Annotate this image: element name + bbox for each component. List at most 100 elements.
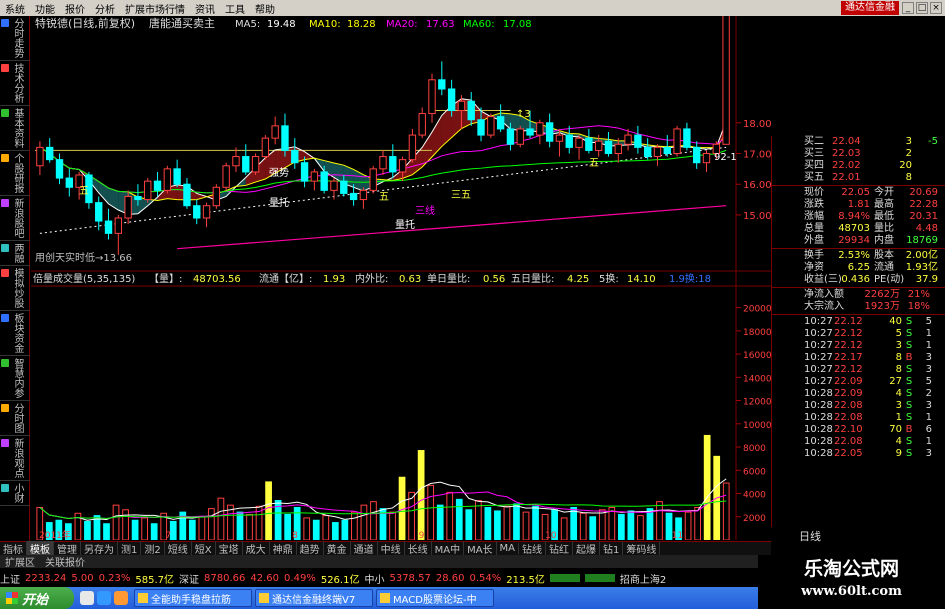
close-icon[interactable]: × — [930, 2, 942, 14]
app-icon — [138, 593, 148, 603]
flow-percent: 21% — [907, 289, 930, 300]
date-tick-label: 2011年 — [39, 529, 71, 540]
menu-function[interactable]: 功能 — [30, 1, 60, 16]
left-tab-5[interactable]: 两融 — [0, 241, 30, 266]
tick-time: 10:27 — [804, 340, 833, 351]
watermark: 乐淘公式网 www.60lt.com — [758, 555, 945, 609]
indicator-tab[interactable]: 黄金 — [324, 541, 351, 556]
menu-tools[interactable]: 工具 — [220, 1, 250, 16]
tick-time: 10:27 — [804, 376, 833, 387]
chart-area[interactable]: 18.00 17.00 16.00 15.00 特锐德(日线,前复权) 唐能通买卖主 MA5… — [31, 16, 771, 540]
stat-row: 外盘 29934 内盘 18769 — [772, 235, 945, 247]
indicator-tab[interactable]: 起爆 — [573, 541, 601, 556]
left-tab-9[interactable]: 分时图 — [0, 401, 30, 436]
candle-body — [722, 16, 730, 145]
volume-bar — [608, 506, 616, 540]
tab-ext-area[interactable]: 扩展区 — [0, 554, 40, 569]
maximize-icon[interactable]: □ — [916, 2, 928, 14]
divider — [772, 185, 945, 186]
task-tdx[interactable]: 通达信金融终端V7 — [255, 589, 373, 607]
indicator-tab[interactable]: 钻线 — [519, 541, 547, 556]
stat-label: 总量 — [804, 223, 824, 234]
left-tab-1[interactable]: 技术分析 — [0, 61, 30, 106]
stat-label: 最高 — [874, 199, 894, 210]
menu-quote[interactable]: 报价 — [60, 1, 90, 16]
tick-count: 5 — [925, 376, 932, 387]
left-tab-6[interactable]: 模拟炒股 — [0, 266, 30, 311]
menu-help[interactable]: 帮助 — [250, 1, 280, 16]
stock-chart[interactable]: 18.00 17.00 16.00 15.00 特锐德(日线,前复权) 唐能通买卖主 MA5… — [31, 16, 771, 540]
stat-label: 流通 — [874, 262, 894, 273]
indicator-tab[interactable]: 短X — [192, 541, 216, 556]
indicator-tab[interactable]: 短线 — [165, 541, 192, 556]
broker-label[interactable]: 招商上海2 — [620, 571, 666, 586]
left-tab-8[interactable]: 智慧内参 — [0, 356, 30, 401]
tab-icon — [1, 244, 9, 252]
stat-value: 1.81 — [847, 199, 870, 210]
left-tab-7[interactable]: 板块资金 — [0, 311, 30, 356]
tick-time: 10:28 — [804, 388, 833, 399]
indicator-tab[interactable]: MA中 — [432, 541, 465, 556]
indicator-tab[interactable]: 钻红 — [546, 541, 574, 556]
start-button[interactable]: 开始 — [0, 587, 74, 609]
candle-body — [340, 180, 348, 194]
indicator-tab[interactable]: 测1 — [118, 541, 142, 556]
indicator-tab[interactable]: 成大 — [243, 541, 270, 556]
indicator-tab[interactable]: 筹码线 — [623, 541, 661, 556]
tick-row: 10:27 22.12 3 S 1 — [772, 340, 945, 352]
stat-label: 量比 — [874, 223, 894, 234]
left-tab-0[interactable]: 分时走势 — [0, 16, 30, 61]
media-icon[interactable] — [114, 591, 128, 605]
ma10-value: 18.28 — [347, 19, 376, 30]
left-tab-11[interactable]: 小财 — [0, 481, 30, 506]
left-tab-3[interactable]: 个股研报 — [0, 151, 30, 196]
ie-icon[interactable] — [97, 591, 111, 605]
left-tab-2[interactable]: 基本资料 — [0, 106, 30, 151]
menu-news[interactable]: 资讯 — [190, 1, 220, 16]
bid-volume: 3 — [905, 136, 912, 147]
volume-tick-label: 12000 — [743, 398, 771, 408]
tick-count: 1 — [925, 340, 932, 351]
five-label: 五 — [589, 158, 599, 169]
tick-price: 22.10 — [834, 424, 863, 435]
start-label: 开始 — [22, 592, 49, 608]
left-tab-10[interactable]: 新浪观点 — [0, 436, 30, 481]
volume-support-label: 量托 — [395, 218, 415, 231]
tick-direction: B — [905, 424, 913, 435]
indicator-tab[interactable]: 神鼎 — [270, 541, 297, 556]
date-tick-label: 9 — [419, 531, 425, 540]
quick-launch — [80, 591, 128, 605]
indicator-tab[interactable]: MA长 — [464, 541, 497, 556]
candle-body — [398, 159, 407, 173]
tick-row: 10:27 22.12 5 S 1 — [772, 328, 945, 340]
flow-value: 2262万 — [864, 289, 900, 300]
menu-analysis[interactable]: 分析 — [90, 1, 120, 16]
task-assistant[interactable]: 全能助手稳盘拉筋 — [134, 589, 252, 607]
sh-amount: 585.7亿 — [135, 574, 175, 586]
indicator-tab[interactable]: 钻1 — [600, 541, 624, 556]
tick-row: 10:28 22.10 70 B 6 — [772, 424, 945, 436]
tick-time: 10:27 — [804, 316, 833, 327]
menu-system[interactable]: 系统 — [0, 1, 30, 16]
indicator-tab[interactable]: 通道 — [351, 541, 378, 556]
indicator-tab[interactable]: 长线 — [405, 541, 432, 556]
ticker-tail: 92-1 — [714, 152, 737, 163]
desktop-icon[interactable] — [80, 591, 94, 605]
indicator-tab[interactable]: 中线 — [378, 541, 405, 556]
minimize-icon[interactable]: _ — [902, 2, 914, 14]
indicator-tab[interactable]: 测2 — [141, 541, 165, 556]
tick-volume: 4 — [895, 436, 902, 447]
left-tab-4[interactable]: 新浪股吧 — [0, 196, 30, 241]
indicator-tab[interactable]: 趋势 — [297, 541, 324, 556]
period-label[interactable]: 日线 — [771, 527, 945, 547]
brand-label: 通达信金融 — [841, 1, 899, 15]
indicator-tab[interactable]: 宝塔 — [216, 541, 243, 556]
indicator-tab[interactable]: MA — [497, 543, 520, 554]
tick-price: 22.12 — [834, 340, 863, 351]
indicator-tabs: 指标 模板 管理 另存为 测1 测2 短线 短X 宝塔 成大 神鼎 趋势 黄金 通道 中线 长线 MA中 MA长 M… — [0, 541, 771, 556]
tab-linked-quote[interactable]: 关联报价 — [40, 554, 90, 569]
menu-ext-market[interactable]: 扩展市场行情 — [120, 1, 190, 16]
candle-body — [349, 192, 358, 201]
task-forum[interactable]: MACD股票论坛-中 — [376, 589, 494, 607]
candle-body — [124, 196, 132, 219]
